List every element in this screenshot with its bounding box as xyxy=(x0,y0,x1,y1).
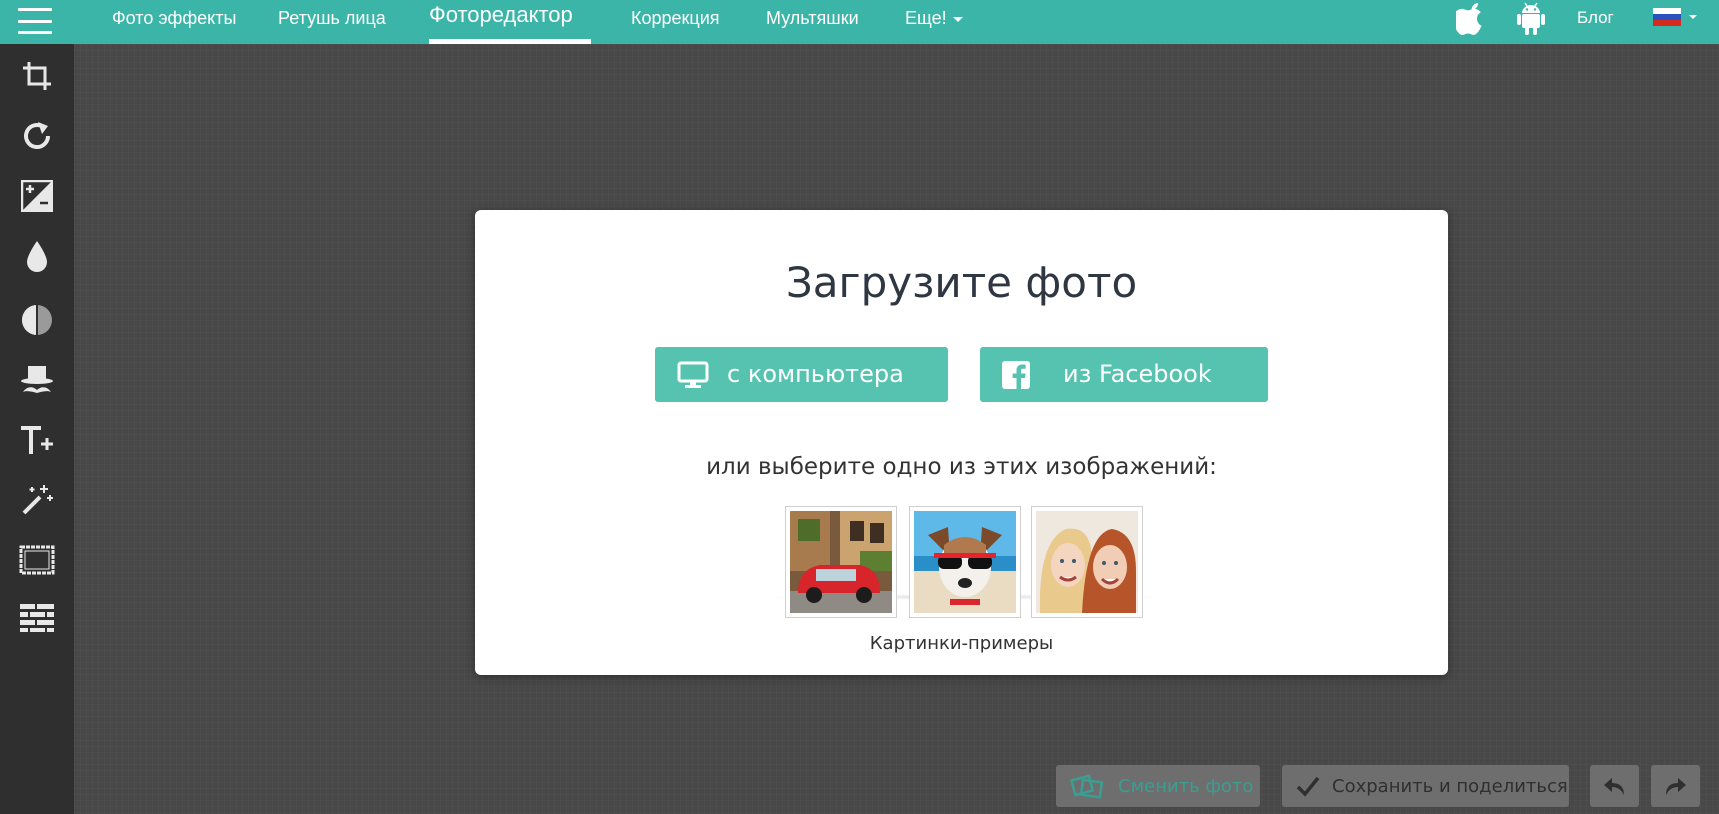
top-navigation-bar: Фото эффекты Ретушь лица Фоторедактор Ко… xyxy=(0,0,1719,44)
samples-caption: Картинки-примеры xyxy=(869,633,1054,654)
dialog-title: Загрузите фото xyxy=(785,258,1138,307)
text-add-icon[interactable] xyxy=(17,420,57,460)
blog-link[interactable]: Блог xyxy=(1577,0,1614,36)
nav-item-photo-editor[interactable]: Фоторедактор xyxy=(429,0,591,44)
russia-flag-icon[interactable] xyxy=(1653,8,1699,31)
frame-icon[interactable] xyxy=(17,540,57,580)
magic-wand-icon[interactable] xyxy=(17,480,57,520)
nav-item-correction[interactable]: Коррекция xyxy=(631,0,720,44)
contrast-icon[interactable] xyxy=(17,300,57,340)
drop-icon[interactable] xyxy=(17,236,57,276)
nav-item-more[interactable]: Еще! xyxy=(905,0,963,44)
undo-button[interactable] xyxy=(1590,765,1639,807)
sample-images xyxy=(755,506,1175,621)
change-photo-label: Сменить фото xyxy=(1118,776,1254,797)
sample-dog-photo[interactable] xyxy=(909,506,1021,618)
redo-icon xyxy=(1662,775,1688,802)
hat-mustache-icon[interactable] xyxy=(17,360,57,400)
upload-from-computer-button[interactable]: с компьютера xyxy=(655,347,948,402)
change-photo-button[interactable]: Сменить фото xyxy=(1056,765,1260,807)
monitor-icon xyxy=(677,361,709,395)
sample-car-photo[interactable] xyxy=(785,506,897,618)
facebook-icon xyxy=(1002,361,1030,395)
exposure-icon[interactable] xyxy=(17,176,57,216)
upload-dialog: Загрузите фото с компьютера из Facebook … xyxy=(475,210,1448,675)
upload-from-facebook-button[interactable]: из Facebook xyxy=(980,347,1268,402)
apple-icon[interactable] xyxy=(1453,3,1486,40)
texture-icon[interactable] xyxy=(17,598,57,638)
undo-icon xyxy=(1602,775,1628,802)
crop-icon[interactable] xyxy=(17,56,57,96)
nav-item-cartoons[interactable]: Мультяшки xyxy=(766,0,859,44)
chevron-down-icon xyxy=(952,16,963,22)
choose-sample-text: или выберите одно из этих изображений: xyxy=(706,454,1217,480)
upload-from-computer-label: с компьютера xyxy=(727,360,904,388)
save-share-button[interactable]: Сохранить и поделиться xyxy=(1282,765,1569,807)
nav-item-face-retouch[interactable]: Ретушь лица xyxy=(278,0,386,44)
photos-swap-icon xyxy=(1069,772,1104,805)
nav-item-photo-effects[interactable]: Фото эффекты xyxy=(112,0,236,44)
redo-button[interactable] xyxy=(1651,765,1700,807)
menu-icon[interactable] xyxy=(18,8,52,34)
sample-friends-photo[interactable] xyxy=(1031,506,1143,618)
save-share-label: Сохранить и поделиться xyxy=(1332,776,1568,797)
checkmark-icon xyxy=(1296,775,1320,802)
upload-from-facebook-label: из Facebook xyxy=(1063,360,1212,388)
android-icon[interactable] xyxy=(1516,2,1546,41)
rotate-icon[interactable] xyxy=(17,116,57,156)
tool-sidebar xyxy=(0,44,74,814)
nav-item-more-label: Еще! xyxy=(905,8,947,28)
